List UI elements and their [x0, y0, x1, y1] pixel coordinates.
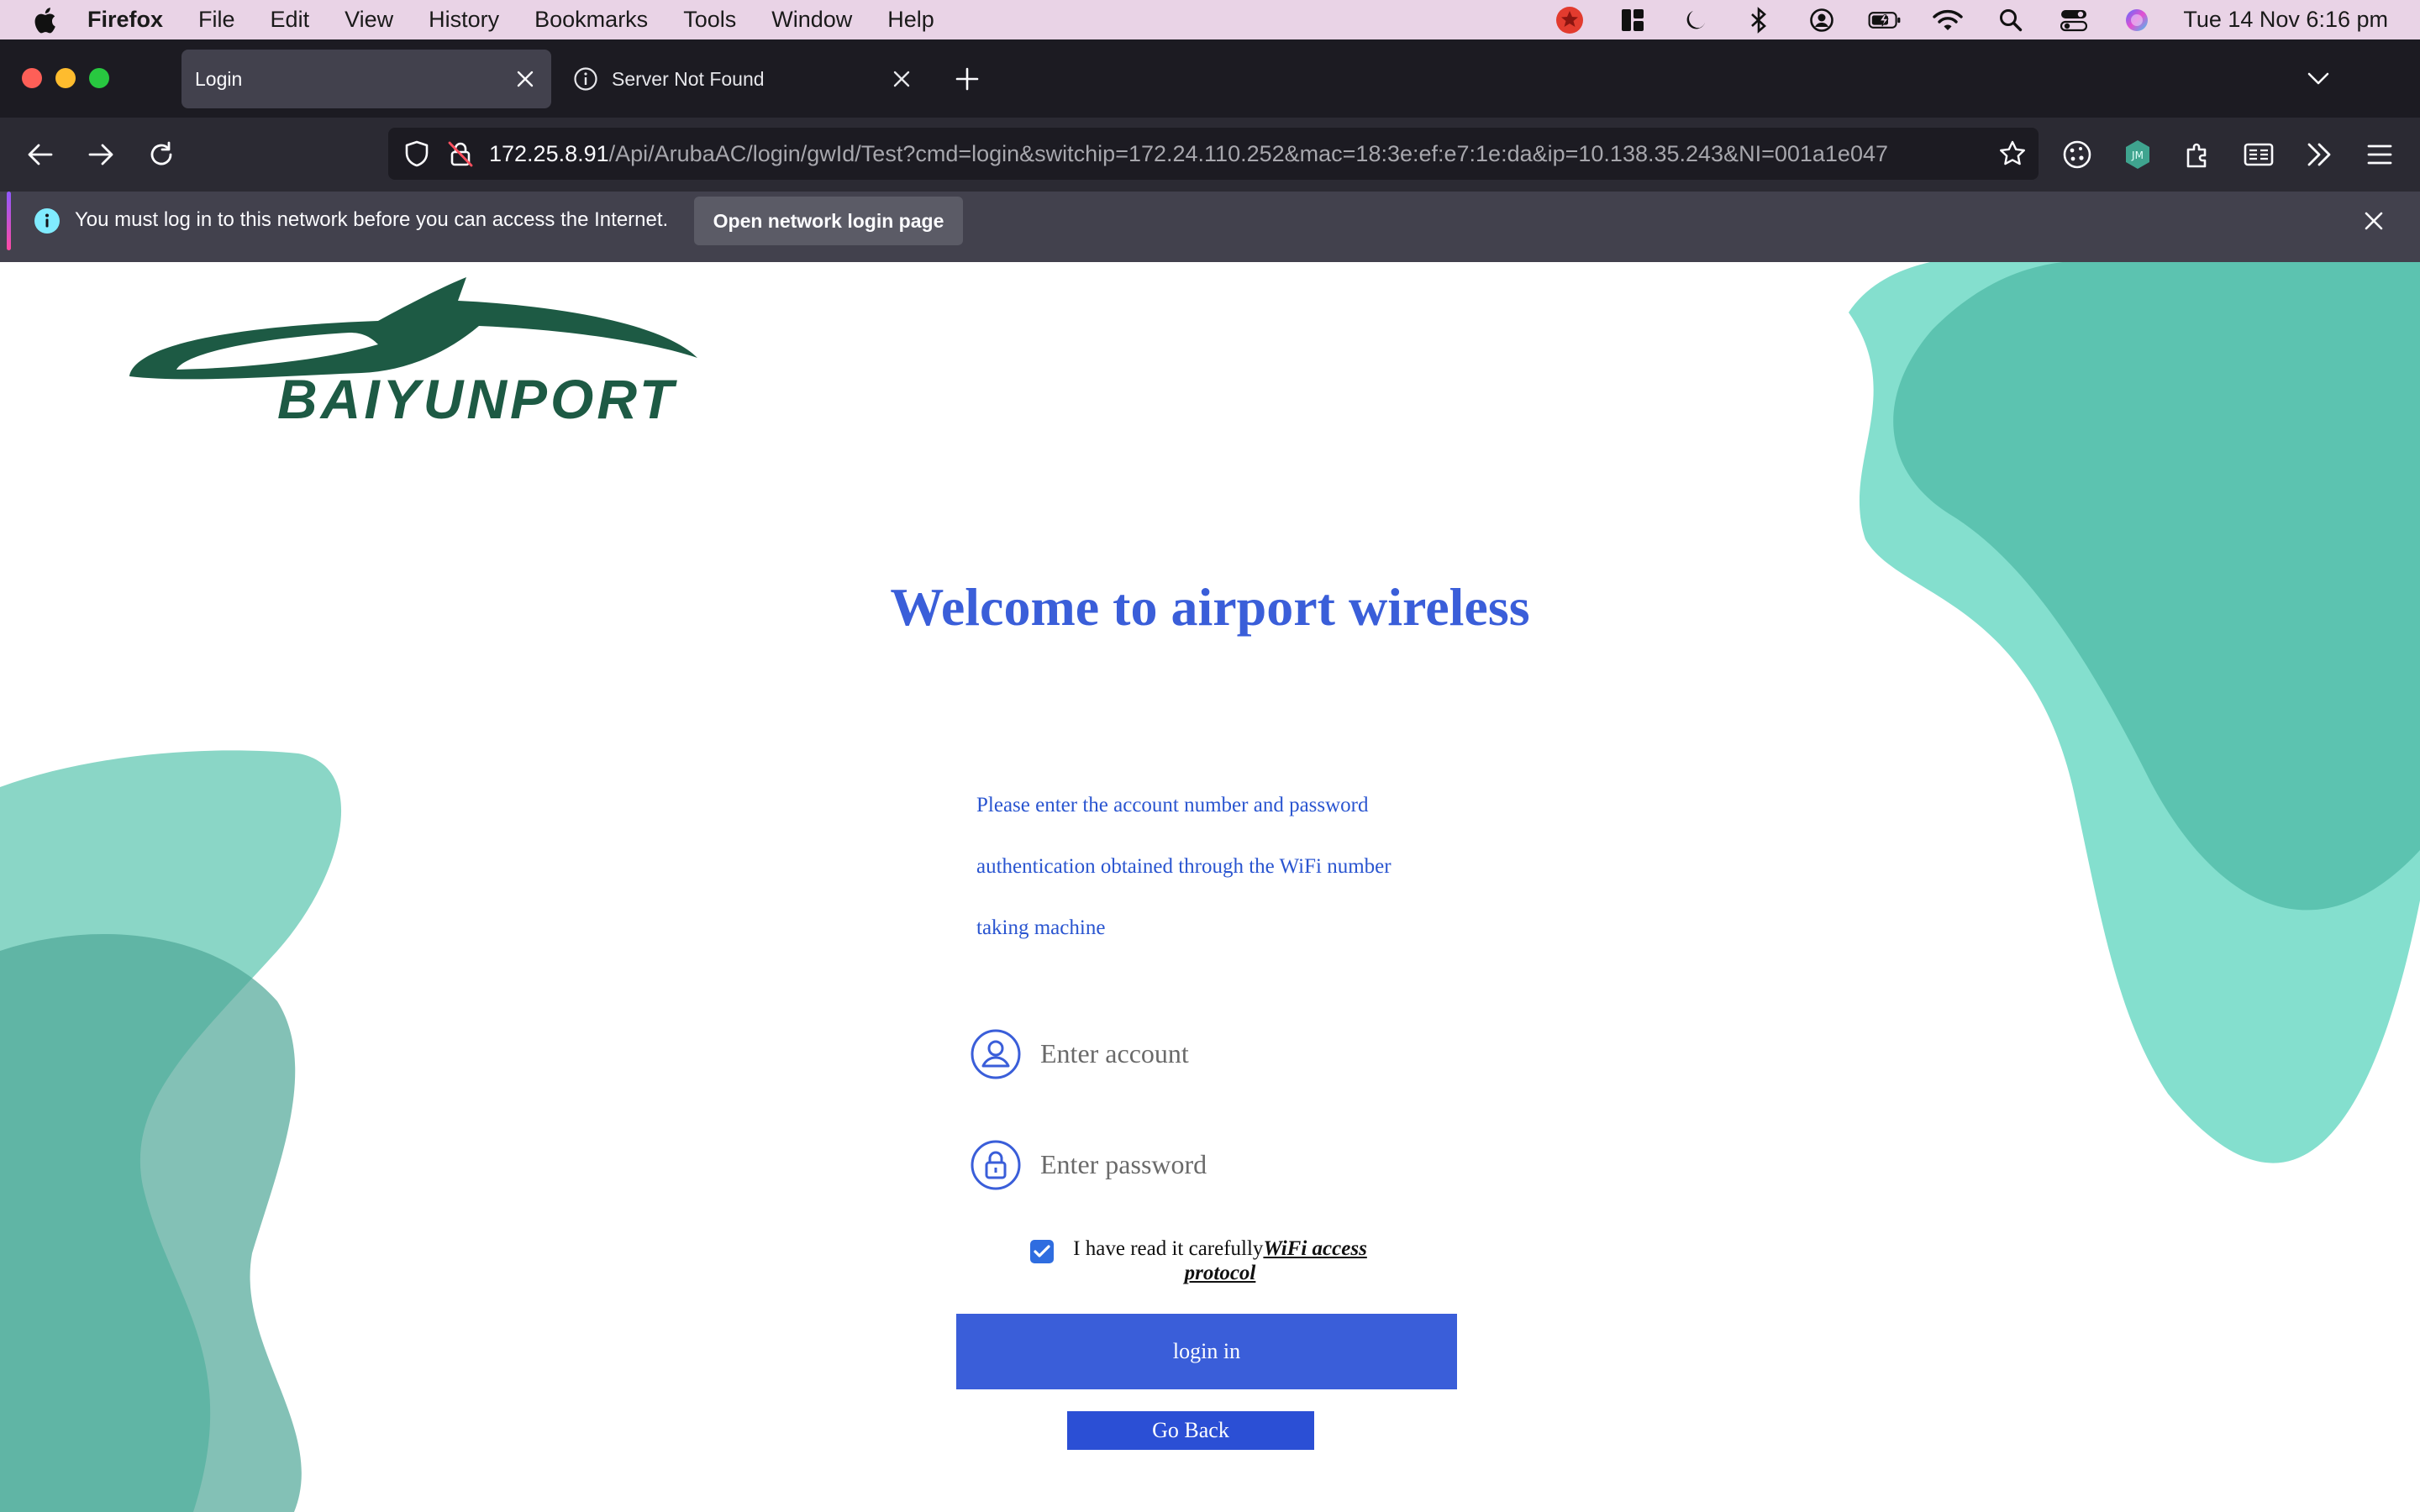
reload-icon[interactable] [146, 139, 176, 170]
page-title: Welcome to airport wireless [890, 577, 1530, 637]
account-input[interactable] [1040, 1033, 1435, 1074]
info-icon [34, 208, 60, 234]
menu-history[interactable]: History [429, 7, 499, 33]
window-minimize-button[interactable] [55, 68, 76, 88]
captive-portal-notification: You must log in to this network before y… [0, 192, 2420, 262]
svg-text:JM: JM [2131, 150, 2144, 161]
close-icon[interactable] [2363, 210, 2385, 232]
account-field [970, 1028, 1440, 1082]
close-tab-icon[interactable] [891, 68, 913, 90]
reader-view-icon[interactable] [2242, 138, 2275, 171]
url-bar[interactable]: 172.25.8.91/Api/ArubaAC/login/gwId/Test?… [388, 128, 2039, 180]
agree-checkbox[interactable] [1030, 1240, 1054, 1263]
tab-title: Server Not Found [612, 67, 765, 90]
close-tab-icon[interactable] [514, 68, 536, 90]
instructions-line: Please enter the account number and pass… [976, 794, 1369, 816]
instructions-text: Please enter the account number and pass… [976, 774, 1447, 958]
bluetooth-icon[interactable] [1742, 6, 1776, 34]
overflow-chevrons-icon[interactable] [2302, 138, 2336, 171]
tab-server-not-found[interactable]: Server Not Found [558, 50, 928, 108]
menu-tools[interactable]: Tools [683, 7, 736, 33]
control-center-icon[interactable] [2057, 6, 2091, 34]
blob-bottom-left-front [0, 934, 302, 1512]
cookie-extension-icon[interactable] [2060, 138, 2094, 171]
siri-icon[interactable] [2120, 6, 2154, 34]
go-back-button[interactable]: Go Back [1067, 1411, 1314, 1450]
layout-icon[interactable] [1616, 6, 1649, 34]
checkmark-icon [1034, 1245, 1050, 1257]
list-all-tabs-chevron-icon[interactable] [2306, 68, 2331, 88]
menu-bookmarks[interactable]: Bookmarks [534, 7, 648, 33]
window-close-button[interactable] [22, 68, 42, 88]
browser-nav-bar: 172.25.8.91/Api/ArubaAC/login/gwId/Test?… [0, 118, 2420, 192]
url-path: /Api/ArubaAC/login/gwId/Test?cmd=login&s… [608, 140, 1888, 166]
open-network-login-button[interactable]: Open network login page [694, 197, 963, 245]
agreement-text: I have read it carefullyWiFi access prot… [1060, 1236, 1380, 1285]
shield-icon[interactable] [402, 139, 432, 169]
lock-icon [971, 1140, 1021, 1190]
tab-login[interactable]: Login [182, 50, 551, 108]
macos-menu-bar: Firefox File Edit View History Bookmarks… [0, 0, 2420, 39]
baiyunport-logo: BAIYUNPORT [129, 277, 697, 430]
menu-file[interactable]: File [198, 7, 235, 33]
agreement-label: I have read it carefully [1073, 1237, 1264, 1260]
notification-accent [7, 192, 11, 250]
apple-icon[interactable] [32, 6, 57, 34]
record-icon[interactable] [1553, 6, 1586, 34]
url-host: 172.25.8.91 [489, 140, 609, 166]
extensions-puzzle-icon[interactable] [2181, 138, 2215, 171]
instructions-line: authentication obtained through the WiFi… [976, 855, 1392, 878]
password-field [970, 1139, 1440, 1193]
info-icon [574, 67, 597, 91]
insecure-lock-icon[interactable] [445, 139, 476, 169]
battery-icon[interactable] [1868, 6, 1902, 34]
menu-window[interactable]: Window [771, 7, 852, 33]
extension-badge-icon[interactable]: JM [2121, 138, 2154, 171]
menubar-clock[interactable]: Tue 14 Nov 6:16 pm [2183, 7, 2388, 33]
user-icon [971, 1029, 1021, 1079]
password-input[interactable] [1040, 1144, 1435, 1184]
login-page: BAIYUNPORT Welcome to airport wireless P… [0, 262, 2420, 1512]
user-circle-icon[interactable] [1805, 6, 1839, 34]
url-text[interactable]: 172.25.8.91/Api/ArubaAC/login/gwId/Test?… [489, 141, 1985, 167]
menu-app-firefox[interactable]: Firefox [87, 7, 163, 33]
menu-view[interactable]: View [345, 7, 393, 33]
status-area: Tue 14 Nov 6:16 pm [1553, 0, 2420, 39]
moon-icon[interactable] [1679, 6, 1712, 34]
notification-message: You must log in to this network before y… [75, 208, 669, 231]
new-tab-plus-icon[interactable] [955, 66, 980, 92]
logo-swoosh [129, 277, 697, 380]
tab-title: Login [195, 67, 243, 90]
menu-edit[interactable]: Edit [271, 7, 310, 33]
instructions-line: taking machine [976, 916, 1106, 939]
logo-wordmark: BAIYUNPORT [277, 368, 677, 430]
bookmark-star-icon[interactable] [1998, 139, 2027, 168]
wifi-icon[interactable] [1931, 6, 1965, 34]
back-arrow-icon[interactable] [25, 139, 55, 170]
search-icon[interactable] [1994, 6, 2028, 34]
hamburger-menu-icon[interactable] [2363, 138, 2396, 171]
menu-help[interactable]: Help [887, 7, 934, 33]
forward-arrow-icon[interactable] [86, 139, 116, 170]
window-zoom-button[interactable] [89, 68, 109, 88]
login-button[interactable]: login in [956, 1314, 1457, 1389]
browser-tab-bar: Login Server Not Found [0, 39, 2420, 118]
